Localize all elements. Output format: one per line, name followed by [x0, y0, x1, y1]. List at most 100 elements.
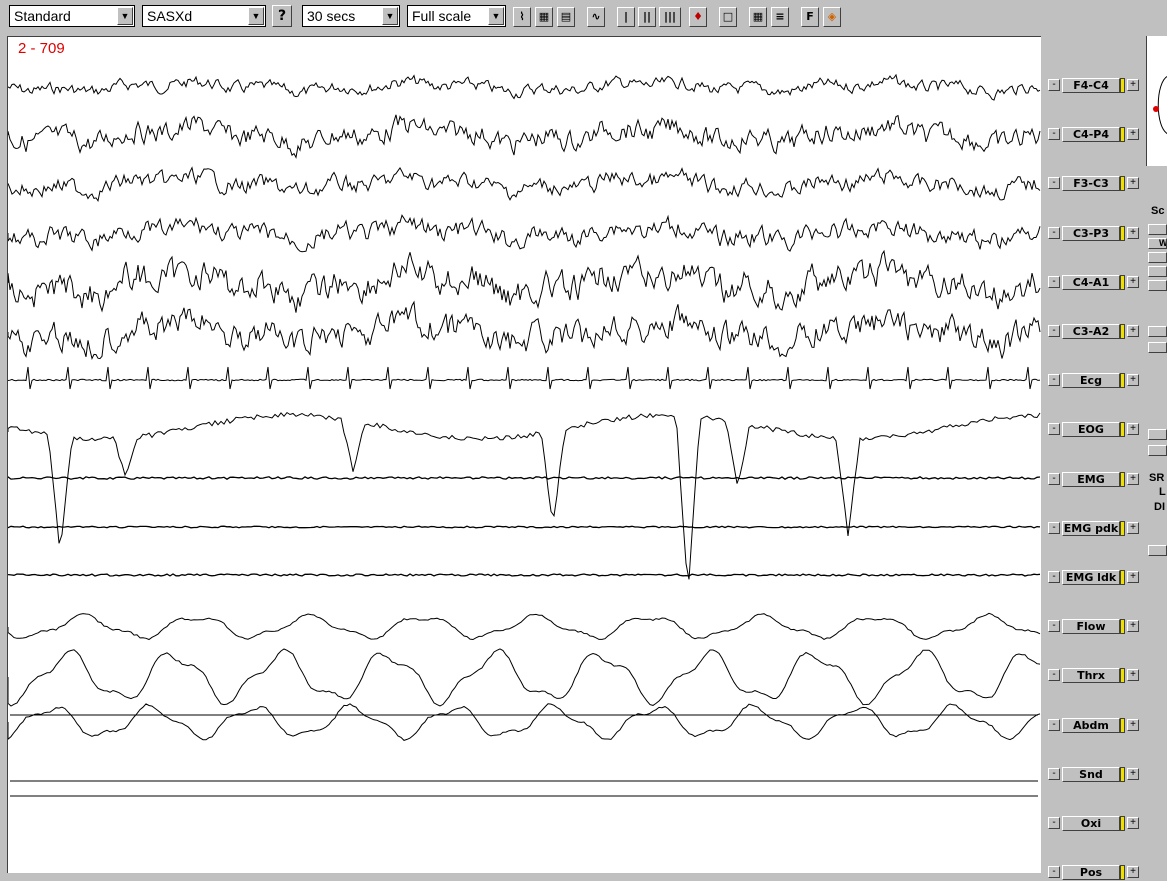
channel-label[interactable]: C4-A1 [1062, 275, 1120, 290]
study-select[interactable]: SASXd ▼ [142, 5, 266, 27]
decrease-gain-button[interactable]: - [1048, 620, 1060, 632]
increase-gain-button[interactable]: + [1127, 177, 1139, 189]
channel-row: - Oxi + [1042, 816, 1146, 832]
double-column-icon[interactable]: || [638, 7, 656, 27]
channel-label[interactable]: C3-P3 [1062, 226, 1120, 241]
waveform-icon[interactable]: ⌇ [513, 7, 531, 27]
increase-gain-button[interactable]: + [1127, 276, 1139, 288]
increase-gain-button[interactable]: + [1127, 423, 1139, 435]
trace-flow [8, 612, 1041, 641]
increase-gain-button[interactable]: + [1127, 128, 1139, 140]
decrease-gain-button[interactable]: - [1048, 276, 1060, 288]
signal-plot-area[interactable]: 2 - 709 [7, 36, 1041, 873]
decrease-gain-button[interactable]: - [1048, 719, 1060, 731]
channel-row: - Pos + [1042, 865, 1146, 881]
channel-label[interactable]: EMG pdk [1062, 521, 1120, 536]
list-icon[interactable]: ≡ [771, 7, 789, 27]
marker-icon[interactable]: ♦ [689, 7, 707, 27]
decrease-gain-button[interactable]: - [1048, 227, 1060, 239]
scale-select[interactable]: Full scale ▼ [407, 5, 506, 27]
decrease-gain-button[interactable]: - [1048, 374, 1060, 386]
trace-c4-a1 [8, 249, 1041, 313]
panel-button-2[interactable] [1148, 252, 1167, 263]
channel-label[interactable]: C4-P4 [1062, 127, 1120, 142]
increase-gain-button[interactable]: + [1127, 669, 1139, 681]
increase-gain-button[interactable]: + [1127, 866, 1139, 878]
channel-label[interactable]: Snd [1062, 767, 1120, 782]
increase-gain-button[interactable]: + [1127, 817, 1139, 829]
page-icon[interactable]: □ [719, 7, 737, 27]
decrease-gain-button[interactable]: - [1048, 669, 1060, 681]
montage-value: Standard [14, 8, 71, 24]
channel-label[interactable]: Flow [1062, 619, 1120, 634]
increase-gain-button[interactable]: + [1127, 522, 1139, 534]
chevron-down-icon[interactable]: ▼ [117, 7, 133, 25]
decrease-gain-button[interactable]: - [1048, 79, 1060, 91]
panel-button-7[interactable] [1148, 429, 1167, 440]
channel-marker-icon [1120, 816, 1125, 831]
increase-gain-button[interactable]: + [1127, 571, 1139, 583]
document-icon[interactable]: ▤ [557, 7, 575, 27]
chevron-down-icon[interactable]: ▼ [382, 7, 398, 25]
panel-button-3[interactable] [1148, 266, 1167, 277]
channel-marker-icon [1120, 668, 1125, 683]
trace-ecg [8, 366, 1041, 390]
channel-label[interactable]: Thrx [1062, 668, 1120, 683]
channel-label[interactable]: EMG [1062, 472, 1120, 487]
multi-column-icon[interactable]: ||| [659, 7, 681, 27]
panel-button-8[interactable] [1148, 445, 1167, 456]
font-button[interactable]: F [801, 7, 819, 27]
channel-marker-icon [1120, 422, 1125, 437]
channel-label[interactable]: Ecg [1062, 373, 1120, 388]
table-icon[interactable]: ▦ [749, 7, 767, 27]
increase-gain-button[interactable]: + [1127, 227, 1139, 239]
panel-button-4[interactable] [1148, 280, 1167, 291]
increase-gain-button[interactable]: + [1127, 473, 1139, 485]
panel-button-9[interactable] [1148, 545, 1167, 556]
single-column-icon[interactable]: | [617, 7, 635, 27]
increase-gain-button[interactable]: + [1127, 325, 1139, 337]
decrease-gain-button[interactable]: - [1048, 817, 1060, 829]
decrease-gain-button[interactable]: - [1048, 325, 1060, 337]
panel-button-6[interactable] [1148, 342, 1167, 353]
decrease-gain-button[interactable]: - [1048, 423, 1060, 435]
increase-gain-button[interactable]: + [1127, 79, 1139, 91]
channel-label[interactable]: Abdm [1062, 718, 1120, 733]
panel-button-5[interactable] [1148, 326, 1167, 337]
decrease-gain-button[interactable]: - [1048, 473, 1060, 485]
increase-gain-button[interactable]: + [1127, 374, 1139, 386]
channel-label[interactable]: Oxi [1062, 816, 1120, 831]
timebase-select[interactable]: 30 secs ▼ [302, 5, 400, 27]
increase-gain-button[interactable]: + [1127, 620, 1139, 632]
panel-button-w[interactable]: W [1148, 238, 1167, 249]
signal-icon[interactable]: ∿ [587, 7, 605, 27]
channel-label[interactable]: C3-A2 [1062, 324, 1120, 339]
help-button[interactable]: ? [272, 5, 292, 27]
channel-row: - Flow + [1042, 619, 1146, 635]
increase-gain-button[interactable]: + [1127, 768, 1139, 780]
increase-gain-button[interactable]: + [1127, 719, 1139, 731]
decrease-gain-button[interactable]: - [1048, 522, 1060, 534]
decrease-gain-button[interactable]: - [1048, 768, 1060, 780]
decrease-gain-button[interactable]: - [1048, 128, 1060, 140]
channel-row: - F4-C4 + [1042, 78, 1146, 94]
chevron-down-icon[interactable]: ▼ [248, 7, 264, 25]
channel-marker-icon [1120, 127, 1125, 142]
channel-label[interactable]: F3-C3 [1062, 176, 1120, 191]
color-palette-icon[interactable]: ◈ [823, 7, 841, 27]
decrease-gain-button[interactable]: - [1048, 866, 1060, 878]
grid-wave-icon[interactable]: ▦ [535, 7, 553, 27]
panel-button-1[interactable] [1148, 224, 1167, 235]
decrease-gain-button[interactable]: - [1048, 571, 1060, 583]
channel-label[interactable]: EOG [1062, 422, 1120, 437]
channel-marker-icon [1120, 619, 1125, 634]
trace-emg [8, 476, 1041, 480]
montage-select[interactable]: Standard ▼ [9, 5, 135, 27]
channel-row: - C3-A2 + [1042, 324, 1146, 340]
channel-label[interactable]: EMG ldk [1062, 570, 1120, 585]
chevron-down-icon[interactable]: ▼ [488, 7, 504, 25]
decrease-gain-button[interactable]: - [1048, 177, 1060, 189]
channel-label[interactable]: F4-C4 [1062, 78, 1120, 93]
trace-c3-p3 [8, 214, 1041, 253]
channel-marker-icon [1120, 324, 1125, 339]
